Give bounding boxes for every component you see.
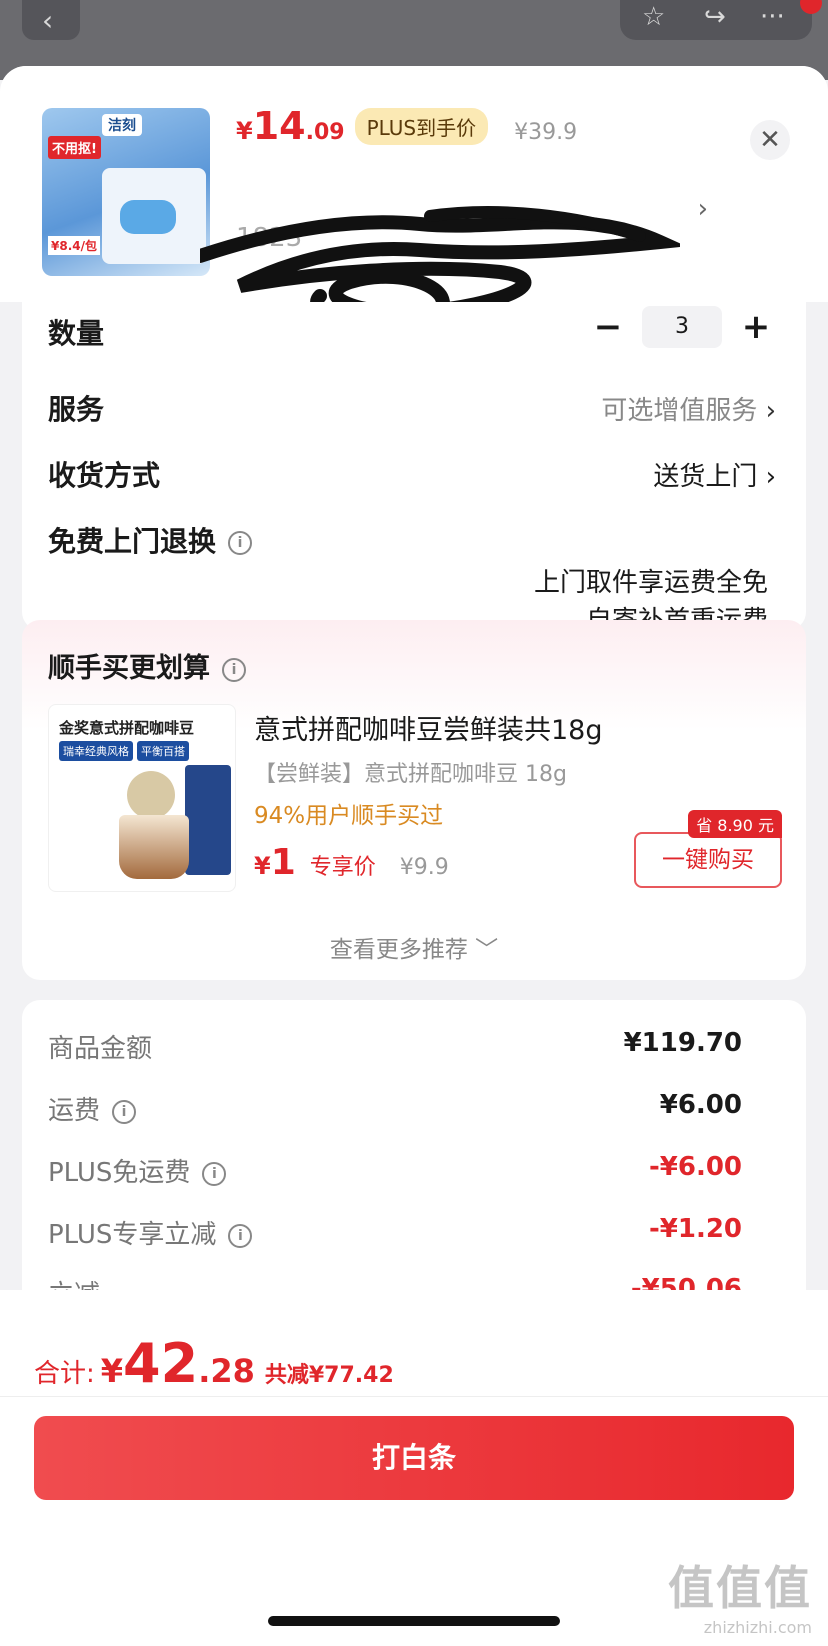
info-icon[interactable]: i xyxy=(228,1223,253,1248)
divider xyxy=(0,1396,828,1397)
total-decimal: .28 xyxy=(198,1352,255,1390)
thumbnail-brand: 洁刻 xyxy=(102,114,142,136)
info-icon[interactable]: i xyxy=(228,531,253,555)
one-click-buy-button[interactable]: 一键购买 xyxy=(634,832,782,888)
return-label: 免费上门退换 i xyxy=(48,520,253,560)
chevron-right-icon: › xyxy=(765,462,776,492)
pay-button[interactable]: 打白条 xyxy=(34,1416,794,1500)
top-toolbar: ☆ ↪ ··· xyxy=(620,0,812,40)
fee-label: 商品金额 xyxy=(48,1034,153,1064)
quantity-row: 数量 − 3 + xyxy=(48,306,776,352)
fee-amount: -¥6.00 xyxy=(648,1152,742,1182)
share-icon[interactable]: ↪ xyxy=(704,2,726,32)
checkout-bar: 合计: ¥ 42 .28 共减¥77.42 打白条 值值值 zhizhizhi.… xyxy=(0,1290,828,1646)
home-indicator[interactable] xyxy=(268,1616,560,1626)
coffee-cup-graphic xyxy=(119,815,189,879)
thumbnail-pack-lid xyxy=(120,200,176,234)
fee-label-text: PLUS专享立减 xyxy=(48,1220,217,1250)
quantity-stepper: − 3 + xyxy=(588,306,776,348)
fee-label: PLUS专享立减 i xyxy=(48,1214,253,1251)
image-tag: 平衡百搭 xyxy=(137,741,189,761)
delivery-row[interactable]: 收货方式 送货上门 › xyxy=(48,454,776,494)
chevron-right-icon: › xyxy=(765,396,776,426)
product-thumbnail[interactable]: 洁刻 不用抠! ¥8.4/包 xyxy=(42,108,210,276)
recommend-product-image[interactable]: 金奖意式拼配咖啡豆 瑞幸经典风格 平衡百搭 xyxy=(48,704,236,892)
delivery-value-text: 送货上门 xyxy=(653,462,758,492)
plus-button[interactable]: + xyxy=(736,307,776,347)
recommend-title: 顺手买更划算 i xyxy=(48,646,246,685)
delivery-value: 送货上门 › xyxy=(653,456,776,493)
info-icon[interactable]: i xyxy=(222,657,246,682)
service-row[interactable]: 服务 可选增值服务 › xyxy=(48,388,776,428)
recommend-percent: 94%用户顺手买过 xyxy=(254,803,444,829)
minus-button[interactable]: − xyxy=(588,307,628,347)
delivery-label: 收货方式 xyxy=(48,459,161,492)
watermark-url: zhizhizhi.com xyxy=(703,1618,812,1637)
star-icon[interactable]: ☆ xyxy=(642,2,665,32)
more-icon[interactable]: ··· xyxy=(760,2,785,32)
recommend-sub: 【尝鲜装】意式拼配咖啡豆 18g xyxy=(254,762,567,787)
info-icon[interactable]: i xyxy=(202,1161,227,1186)
fee-row: 商品金额 ¥119.70 xyxy=(48,1028,742,1068)
info-icon[interactable]: i xyxy=(112,1099,137,1124)
total-discount: 共减¥77.42 xyxy=(264,1363,394,1388)
spec-chevron-icon[interactable]: › xyxy=(698,194,708,224)
fee-amount: ¥6.00 xyxy=(659,1090,742,1120)
service-label: 服务 xyxy=(48,393,105,426)
close-button[interactable]: ✕ xyxy=(750,120,790,160)
fee-label-text: PLUS免运费 xyxy=(48,1158,191,1188)
chevron-left-icon: ‹ xyxy=(42,4,54,37)
recommend-price-currency: ¥ xyxy=(254,852,271,880)
original-price: ¥39.9 xyxy=(514,120,578,145)
return-label-text: 免费上门退换 xyxy=(48,525,217,558)
recommend-card: 顺手买更划算 i 金奖意式拼配咖啡豆 瑞幸经典风格 平衡百搭 意式拼配咖啡豆尝鲜装… xyxy=(22,620,806,980)
fee-row: 运费 i ¥6.00 xyxy=(48,1090,742,1130)
total-integer: 42 xyxy=(123,1332,199,1395)
thumbnail-price: ¥8.4/包 xyxy=(48,236,100,255)
save-badge: 省 8.90 元 xyxy=(688,810,782,838)
more-recommend-link[interactable]: 查看更多推荐 ﹀ xyxy=(22,930,806,964)
thumbnail-tag: 不用抠! xyxy=(48,136,101,159)
price-integer: 14 xyxy=(252,104,306,148)
product-price: ¥ 14 .09 PLUS到手价 ¥39.9 xyxy=(236,104,577,148)
watermark-text: 值值值 xyxy=(668,1561,812,1615)
total-currency: ¥ xyxy=(100,1352,124,1390)
fee-amount: ¥119.70 xyxy=(623,1028,742,1058)
plus-price-tag: PLUS到手价 xyxy=(354,108,489,145)
quantity-label: 数量 xyxy=(48,317,105,350)
fee-amount: -¥1.20 xyxy=(648,1214,742,1244)
fee-label-text: 运费 xyxy=(48,1096,101,1126)
recommend-price-label: 专享价 xyxy=(309,855,376,880)
image-tags: 瑞幸经典风格 平衡百搭 xyxy=(59,741,189,761)
total-price: 合计: ¥ 42 .28 共减¥77.42 xyxy=(34,1332,394,1395)
quantity-input[interactable]: 3 xyxy=(642,306,722,348)
recommend-price-value: 1 xyxy=(270,842,296,883)
close-icon: ✕ xyxy=(759,125,781,155)
price-decimal: .09 xyxy=(305,120,345,145)
fee-label: PLUS免运费 i xyxy=(48,1152,227,1189)
product-header: 洁刻 不用抠! ¥8.4/包 ¥ 14 .09 PLUS到手价 ¥39.9 ✕ … xyxy=(0,66,828,336)
back-button[interactable]: ‹ xyxy=(22,0,80,40)
fee-row: PLUS免运费 i -¥6.00 xyxy=(48,1152,742,1192)
service-value: 可选增值服务 › xyxy=(601,390,776,427)
watermark-logo: 值值值 zhizhizhi.com xyxy=(668,1552,812,1637)
coffee-bean-graphic xyxy=(127,771,175,819)
service-value-text: 可选增值服务 xyxy=(601,396,758,426)
recommend-old-price: ¥9.9 xyxy=(399,855,449,880)
recommend-title-text: 顺手买更划算 xyxy=(48,653,210,684)
coffee-bag-graphic xyxy=(185,765,231,875)
image-title: 金奖意式拼配咖啡豆 xyxy=(59,719,195,737)
price-currency: ¥ xyxy=(236,117,253,145)
image-tag: 瑞幸经典风格 xyxy=(59,741,133,761)
return-line-1: 上门取件享运费全免 xyxy=(533,568,768,598)
recommend-price: ¥ 1 专享价 ¥9.9 xyxy=(254,842,449,883)
return-row: 免费上门退换 i xyxy=(48,520,776,560)
total-label: 合计: xyxy=(34,1359,95,1389)
fee-label: 运费 i xyxy=(48,1090,137,1127)
fee-row: PLUS专享立减 i -¥1.20 xyxy=(48,1214,742,1254)
recommend-name[interactable]: 意式拼配咖啡豆尝鲜装共18g xyxy=(254,708,603,747)
purchase-sheet: 洁刻 不用抠! ¥8.4/包 ¥ 14 .09 PLUS到手价 ¥39.9 ✕ … xyxy=(0,66,828,1646)
